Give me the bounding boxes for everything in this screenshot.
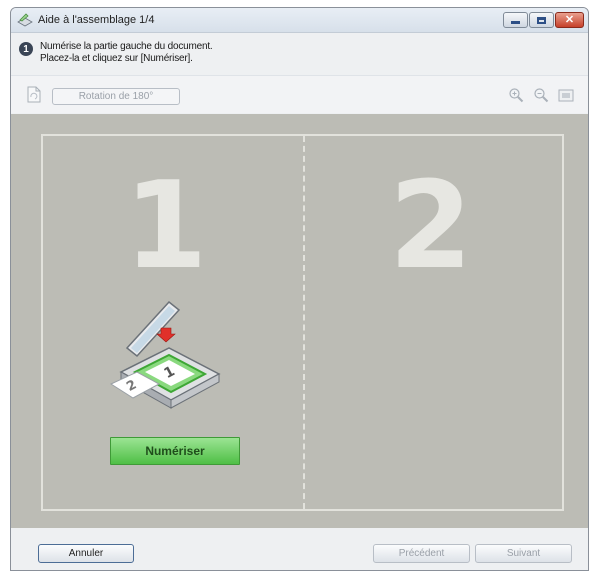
toolbar: Rotation de 180°: [11, 75, 588, 113]
scanner-app-icon: [17, 13, 33, 27]
window-title: Aide à l'assemblage 1/4: [38, 14, 155, 26]
right-page-number: 2: [389, 157, 473, 296]
previous-button[interactable]: Précédent: [373, 544, 470, 563]
page-divider: [303, 136, 305, 509]
minimize-icon: [511, 21, 520, 24]
page-rotate-icon: [27, 86, 41, 103]
preview-area: 1 2 1 2 Numériser: [11, 114, 588, 528]
assembly-canvas: 1 2 1 2 Numériser: [41, 134, 564, 511]
left-page-number: 1: [124, 157, 208, 296]
next-button[interactable]: Suivant: [475, 544, 572, 563]
title-bar[interactable]: Aide à l'assemblage 1/4 ✕: [11, 8, 588, 33]
minimize-button[interactable]: [503, 12, 528, 28]
fit-page-icon[interactable]: [558, 87, 574, 103]
instruction-panel: 1 Numérise la partie gauche du document.…: [11, 34, 588, 74]
instruction-line-1: Numérise la partie gauche du document.: [40, 41, 213, 52]
rotate-180-button[interactable]: Rotation de 180°: [52, 88, 180, 105]
info-icon: 1: [19, 42, 33, 56]
assembly-help-window: Aide à l'assemblage 1/4 ✕ 1 Numérise la …: [10, 7, 589, 571]
zoom-in-icon[interactable]: [508, 87, 524, 103]
scanner-icon: 1 2: [109, 300, 221, 409]
scan-button[interactable]: Numériser: [110, 437, 240, 465]
maximize-icon: [537, 16, 546, 24]
cancel-button[interactable]: Annuler: [38, 544, 134, 563]
maximize-button[interactable]: [529, 12, 554, 28]
zoom-out-icon[interactable]: [533, 87, 549, 103]
footer-bar: Annuler Précédent Suivant: [11, 528, 588, 570]
close-button[interactable]: ✕: [555, 12, 584, 28]
close-icon: ✕: [564, 13, 575, 26]
instruction-line-2: Placez-la et cliquez sur [Numériser].: [40, 53, 193, 64]
